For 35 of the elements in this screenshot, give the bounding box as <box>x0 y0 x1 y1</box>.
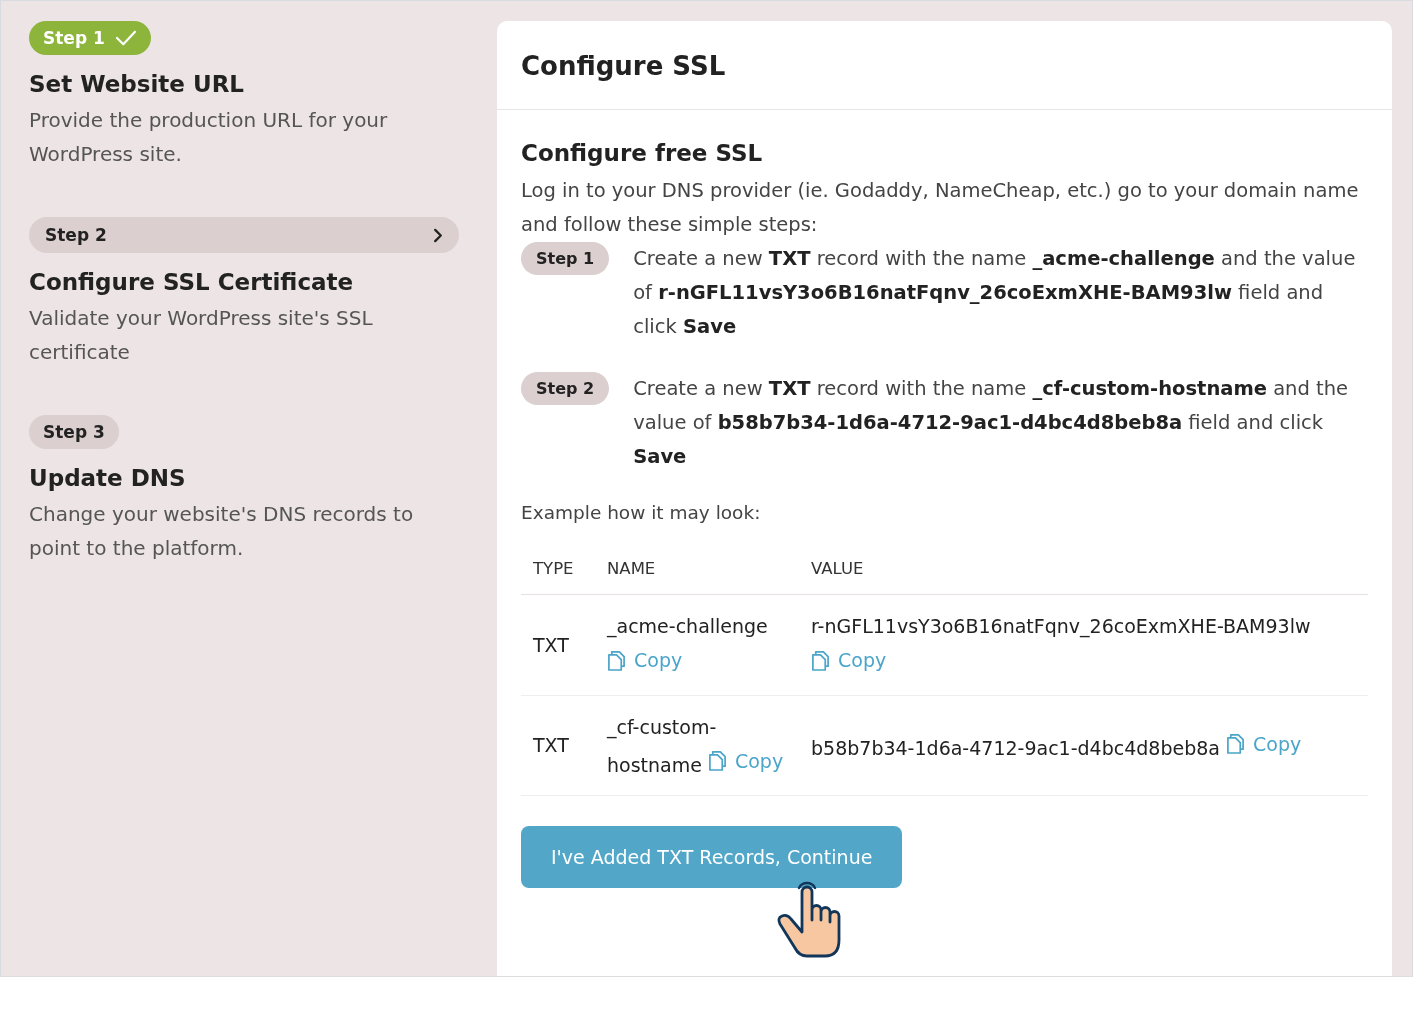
step-description: Provide the production URL for your WordPress site. <box>29 107 389 168</box>
section-title: Configure free SSL <box>521 140 764 166</box>
column-header: VALUE <box>811 559 864 578</box>
table-cell: _acme-challenge <box>607 615 768 637</box>
copy-link[interactable]: Copy <box>1226 726 1302 761</box>
continue-button[interactable]: I've Added TXT Records, Continue <box>521 826 903 888</box>
panel-title: Configure SSL <box>521 51 727 81</box>
intro-text: Log in to your DNS provider (ie. Godaddy, NameCheap, etc.) go to your domain name and follow these simple steps: <box>521 178 1360 238</box>
table-cell: TXT <box>533 633 569 656</box>
copy-icon <box>607 649 626 671</box>
step-badge: Step 1 <box>521 242 610 275</box>
step-badge: Step 2 <box>521 372 610 405</box>
instruction-text: Create a new TXT record with the name _cf-custom-hostname and the value of b58b7b34-1d6a-4712-9ac1-d4bc4d8beb8a field and click Save <box>633 376 1350 470</box>
chevron-right-icon <box>433 227 443 243</box>
copy-icon <box>811 649 830 671</box>
copy-icon <box>707 750 727 771</box>
step-badge: Step 3 <box>29 415 119 449</box>
step-title: Update DNS <box>29 465 186 491</box>
step-title: Set Website URL <box>29 71 244 97</box>
instruction-text: Create a new TXT record with the name _acme-challenge and the value of r-nGFL11vsY3o6B16natFqnv_26coExmXHE-BAM93lw field and click Save <box>633 246 1357 340</box>
step-badge: Step 2 <box>29 217 459 253</box>
column-header: TYPE <box>533 559 574 578</box>
example-label: Example how it may look: <box>521 502 762 523</box>
checkmark-icon <box>114 29 137 47</box>
table-cell: r-nGFL11vsY3o6B16natFqnv_26coExmXHE-BAM93lw <box>811 615 1311 637</box>
copy-link[interactable]: Copy <box>811 643 887 677</box>
copy-icon <box>1226 733 1246 754</box>
table-cell: b58b7b34-1d6a-4712-9ac1-d4bc4d8beb8a <box>811 736 1220 758</box>
step-badge: Step 1 <box>29 21 151 55</box>
copy-link[interactable]: Copy <box>607 643 683 677</box>
table-cell: TXT <box>533 734 569 757</box>
step-description: Change your website's DNS records to point to the platform. <box>29 501 415 562</box>
step-title: Configure SSL Certificate <box>29 269 354 295</box>
step-description: Validate your WordPress site's SSL certificate <box>29 305 374 366</box>
column-header: NAME <box>607 559 656 578</box>
